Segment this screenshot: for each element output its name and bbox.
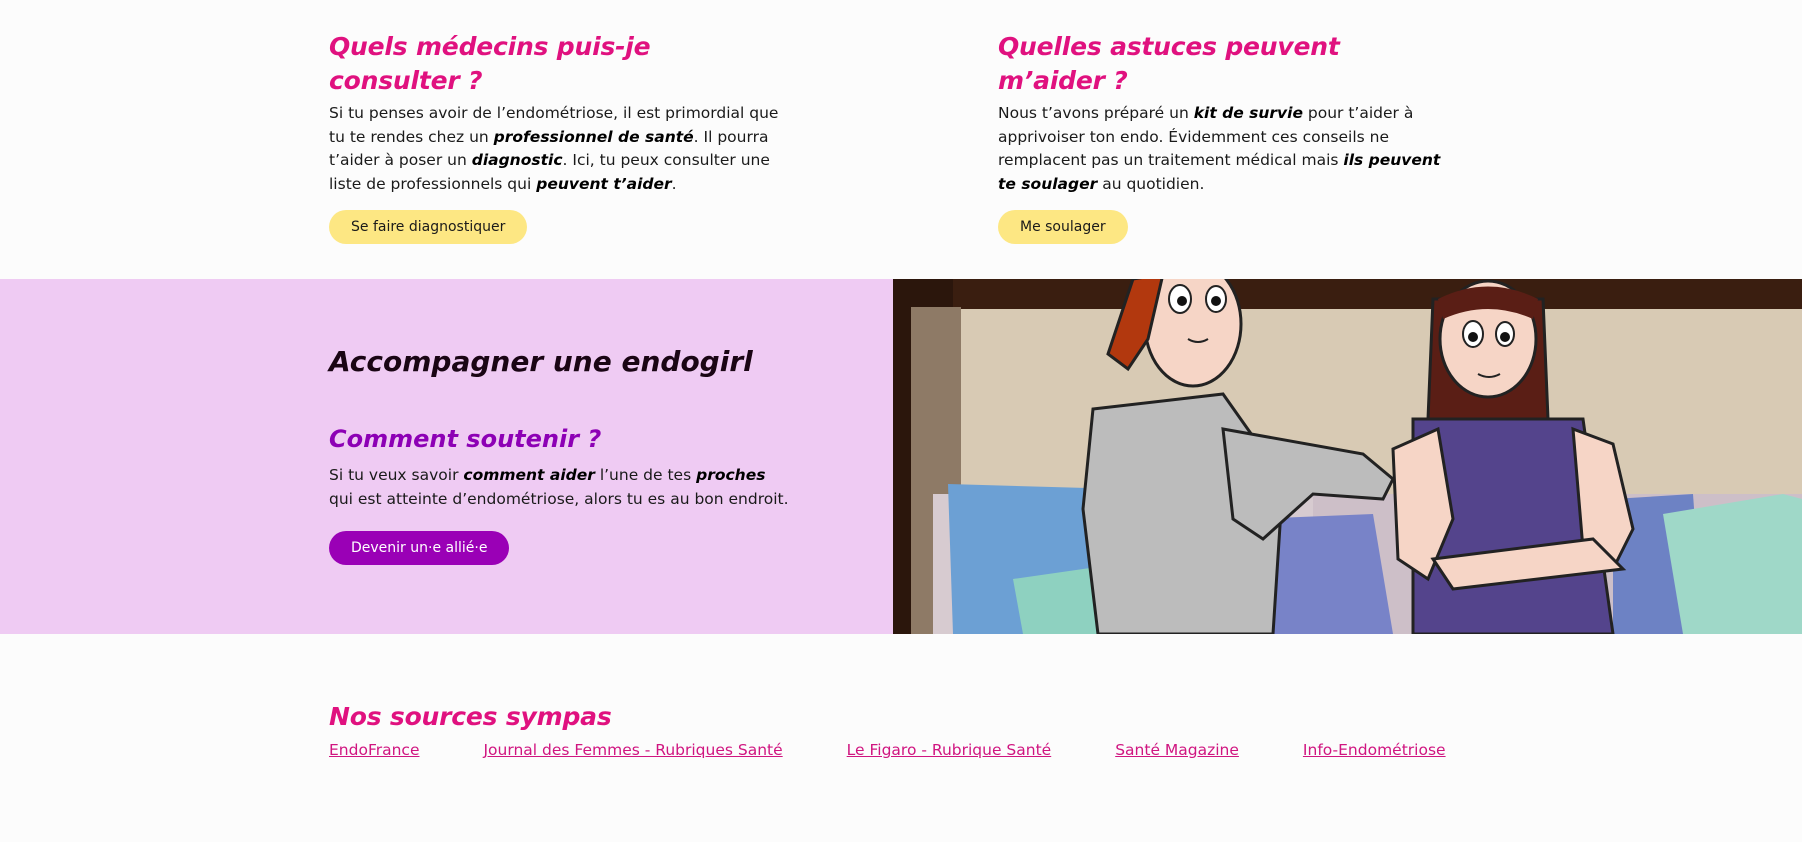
diagnosis-bold-help: peuvent t’aider [536,174,672,193]
support-band: Accompagner une endogirl Comment souteni… [0,279,1802,634]
relief-button[interactable]: Me soulager [998,210,1128,244]
diagnosis-text: Si tu penses avoir de l’endométriose, il… [329,102,784,196]
ally-button[interactable]: Devenir un·e allié·e [329,531,510,565]
sources-title: Nos sources sympas [329,702,612,731]
diagnosis-text-part: . [671,174,677,193]
diagnosis-bold-diagnostic: diagnostic [471,151,563,169]
illustration-two-women [893,279,1802,634]
source-link-info-endometriose[interactable]: Info-Endométriose [1303,741,1446,759]
top-section: Quels médecins puis-je consulter ? Si tu… [0,0,1802,279]
diagnosis-block: Quels médecins puis-je consulter ? Si tu… [329,30,784,244]
support-text: Si tu veux savoir comment aider l’une de… [329,463,789,511]
tips-text-part: au quotidien. [1097,174,1205,193]
source-link-journal-des-femmes[interactable]: Journal des Femmes - Rubriques Santé [483,741,782,759]
support-title: Accompagner une endogirl [329,345,753,378]
source-link-endofrance[interactable]: EndoFrance [329,741,419,759]
support-subtitle: Comment soutenir ? [329,425,602,453]
tips-block: Quelles astuces peuvent m’aider ? Nous t… [998,30,1453,244]
support-bold-help: comment aider [463,466,595,484]
tips-title: Quelles astuces peuvent m’aider ? [998,32,1340,95]
support-text-part: qui est atteinte d’endométriose, alors t… [329,490,789,508]
source-link-sante-magazine[interactable]: Santé Magazine [1115,741,1239,759]
support-text-part: Si tu veux savoir [329,466,464,484]
diagnosis-bold-professional: professionnel de santé [493,127,694,146]
sources-links: EndoFrance Journal des Femmes - Rubrique… [329,741,1510,759]
tips-bold-kit: kit de survie [1193,104,1303,122]
diagnose-button[interactable]: Se faire diagnostiquer [329,210,528,244]
support-text-part: l’une de tes [594,466,697,484]
tips-text: Nous t’avons préparé un kit de survie po… [998,102,1453,196]
support-panel: Accompagner une endogirl Comment souteni… [0,279,893,634]
support-bold-relatives: proches [696,466,766,484]
illustration-svg [893,279,1802,634]
sources-section: Nos sources sympas EndoFrance Journal de… [0,634,1802,842]
source-link-le-figaro[interactable]: Le Figaro - Rubrique Santé [847,741,1052,759]
tips-text-part: Nous t’avons préparé un [998,104,1194,122]
diagnosis-title: Quels médecins puis-je consulter ? [329,32,651,95]
